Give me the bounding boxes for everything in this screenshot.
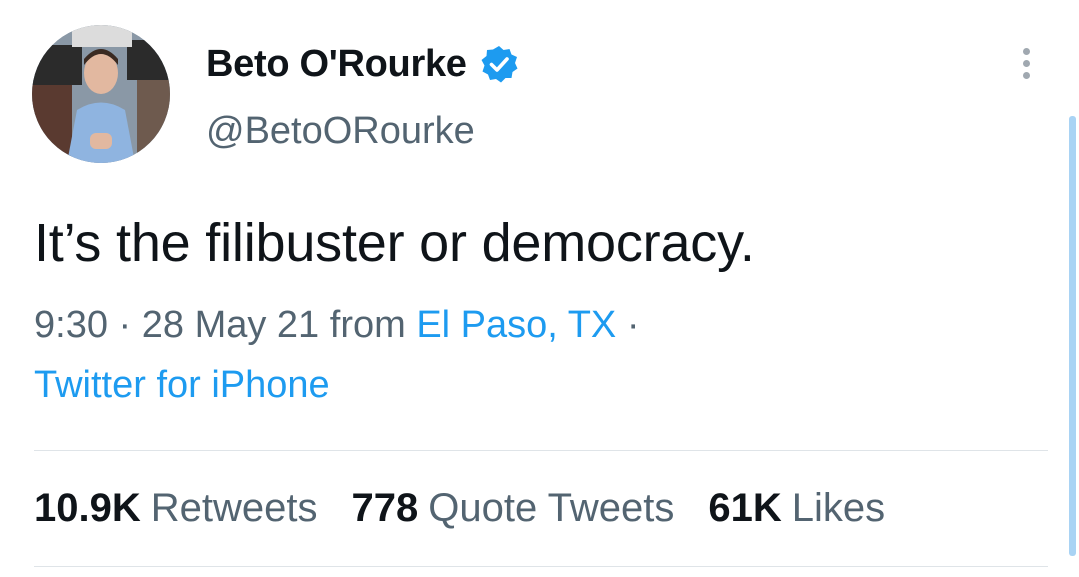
tweet-location-link[interactable]: El Paso, TX: [416, 304, 616, 346]
verified-badge-icon: [481, 46, 518, 83]
tweet-date[interactable]: 28 May 21: [142, 304, 319, 346]
tweet-detail: Beto O'Rourke @BetoORourke It’s the fili…: [0, 0, 1079, 577]
author-display-name[interactable]: Beto O'Rourke: [206, 43, 467, 86]
more-options-icon[interactable]: [1016, 48, 1036, 88]
retweets-count: 10.9K: [34, 486, 141, 530]
from-label: from: [329, 304, 417, 346]
avatar[interactable]: [32, 25, 170, 163]
divider: [34, 450, 1048, 451]
likes-stat[interactable]: 61K Likes: [708, 486, 885, 531]
likes-count: 61K: [708, 486, 782, 530]
tweet-stats: 10.9K Retweets 778 Quote Tweets 61K Likes: [34, 486, 919, 531]
quote-tweets-count: 778: [351, 486, 419, 530]
divider: [34, 566, 1048, 567]
tweet-text: It’s the filibuster or democracy.: [34, 213, 755, 273]
avatar-photo: [32, 25, 170, 163]
separator-dot: ·: [626, 304, 640, 346]
author-name-row[interactable]: Beto O'Rourke: [206, 40, 519, 88]
tweet-metadata: 9:30 · 28 May 21 from El Paso, TX ·: [34, 304, 640, 347]
tweet-source-row: Twitter for iPhone: [34, 364, 330, 407]
scrollbar[interactable]: [1069, 116, 1076, 556]
tweet-source-link[interactable]: Twitter for iPhone: [34, 364, 330, 406]
quote-tweets-stat[interactable]: 778 Quote Tweets: [352, 486, 675, 531]
separator-dot: ·: [118, 304, 142, 346]
tweet-time[interactable]: 9:30: [34, 304, 108, 346]
retweets-label: Retweets: [150, 486, 318, 530]
quote-tweets-label: Quote Tweets: [428, 486, 675, 530]
likes-label: Likes: [791, 486, 886, 530]
retweets-stat[interactable]: 10.9K Retweets: [34, 486, 318, 531]
author-handle[interactable]: @BetoORourke: [206, 110, 475, 153]
